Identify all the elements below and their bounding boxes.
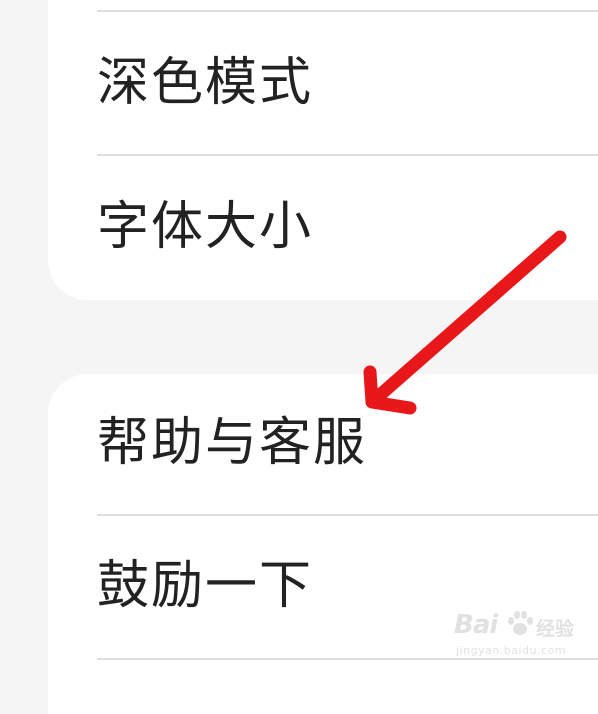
settings-item-label: 帮助与客服 bbox=[97, 413, 368, 473]
baidu-jingyan-watermark: Bai 经验 jingyan.baidu.com bbox=[454, 608, 580, 664]
divider bbox=[97, 10, 598, 12]
divider bbox=[97, 154, 598, 156]
settings-item-label: 鼓励一下 bbox=[97, 556, 314, 616]
settings-item-dark-mode[interactable]: 深色模式 bbox=[97, 33, 577, 133]
paw-icon bbox=[508, 611, 533, 635]
settings-item-label: 深色模式 bbox=[97, 53, 314, 113]
settings-item-label: 字体大小 bbox=[97, 197, 314, 257]
divider bbox=[97, 514, 598, 516]
watermark-logo-text: Bai bbox=[454, 610, 498, 640]
watermark-brand: 经验 bbox=[536, 618, 575, 640]
watermark-url: jingyan.baidu.com bbox=[456, 644, 567, 657]
settings-item-font-size[interactable]: 字体大小 bbox=[97, 177, 577, 277]
settings-item-help-support[interactable]: 帮助与客服 bbox=[97, 393, 577, 493]
